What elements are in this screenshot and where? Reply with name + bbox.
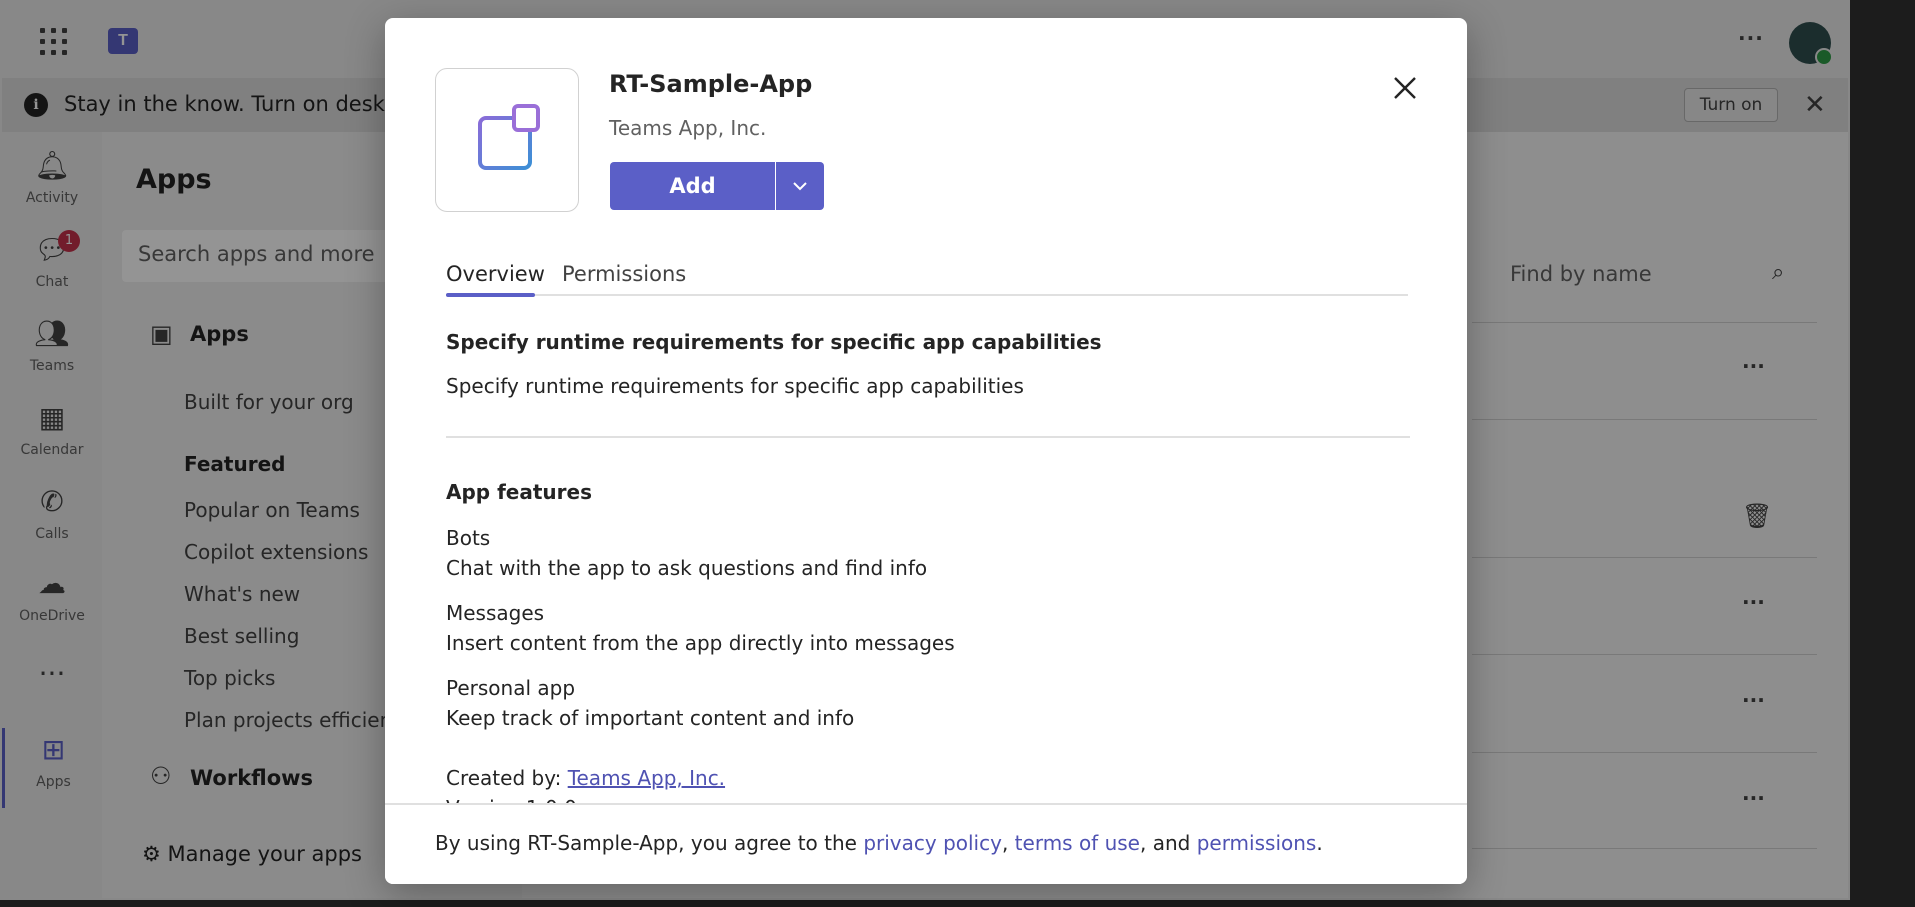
app-grid-icon bbox=[478, 104, 540, 170]
terms-notice: By using RT-Sample-App, you agree to the… bbox=[435, 831, 1323, 855]
add-options-dropdown[interactable] bbox=[776, 162, 824, 210]
feature-name: Personal app bbox=[446, 676, 576, 700]
app-name: RT-Sample-App bbox=[609, 70, 813, 98]
screen-edge bbox=[1850, 0, 1915, 907]
capability-heading: Specify runtime requirements for specifi… bbox=[446, 330, 1102, 354]
app-icon bbox=[435, 68, 579, 212]
terms-period: . bbox=[1316, 831, 1323, 855]
terms-of-use-link[interactable]: terms of use bbox=[1015, 831, 1140, 855]
add-button[interactable]: Add bbox=[610, 162, 775, 210]
permissions-link[interactable]: permissions bbox=[1197, 831, 1317, 855]
terms-comma: , bbox=[1001, 831, 1009, 855]
section-divider bbox=[446, 436, 1410, 438]
active-tab-indicator bbox=[446, 293, 535, 297]
close-dialog-button[interactable] bbox=[1387, 70, 1423, 106]
app-publisher: Teams App, Inc. bbox=[609, 116, 767, 140]
feature-name: Messages bbox=[446, 601, 545, 625]
dialog-tabs: Overview Permissions bbox=[446, 244, 1408, 297]
capability-description: Specify runtime requirements for specifi… bbox=[446, 374, 1024, 398]
screen-edge bbox=[0, 900, 1915, 907]
terms-and: , and bbox=[1139, 831, 1191, 855]
feature-description: Insert content from the app directly int… bbox=[446, 631, 955, 655]
terms-prefix: By using RT-Sample-App, you agree to the bbox=[435, 831, 864, 855]
tab-overview[interactable]: Overview bbox=[446, 262, 545, 286]
app-details-dialog: RT-Sample-App Teams App, Inc. Add Overvi… bbox=[385, 18, 1467, 884]
feature-description: Chat with the app to ask questions and f… bbox=[446, 556, 928, 580]
feature-description: Keep track of important content and info bbox=[446, 706, 855, 730]
publisher-link[interactable]: Teams App, Inc. bbox=[568, 766, 725, 790]
tab-permissions[interactable]: Permissions bbox=[562, 262, 686, 286]
created-by: Created by: Teams App, Inc. bbox=[446, 766, 725, 790]
created-by-label: Created by: bbox=[446, 766, 562, 790]
close-icon bbox=[1394, 77, 1416, 99]
privacy-policy-link[interactable]: privacy policy bbox=[863, 831, 1002, 855]
features-heading: App features bbox=[446, 480, 592, 504]
dialog-footer: By using RT-Sample-App, you agree to the… bbox=[385, 803, 1467, 884]
chevron-down-icon bbox=[793, 182, 807, 191]
feature-name: Bots bbox=[446, 526, 491, 550]
